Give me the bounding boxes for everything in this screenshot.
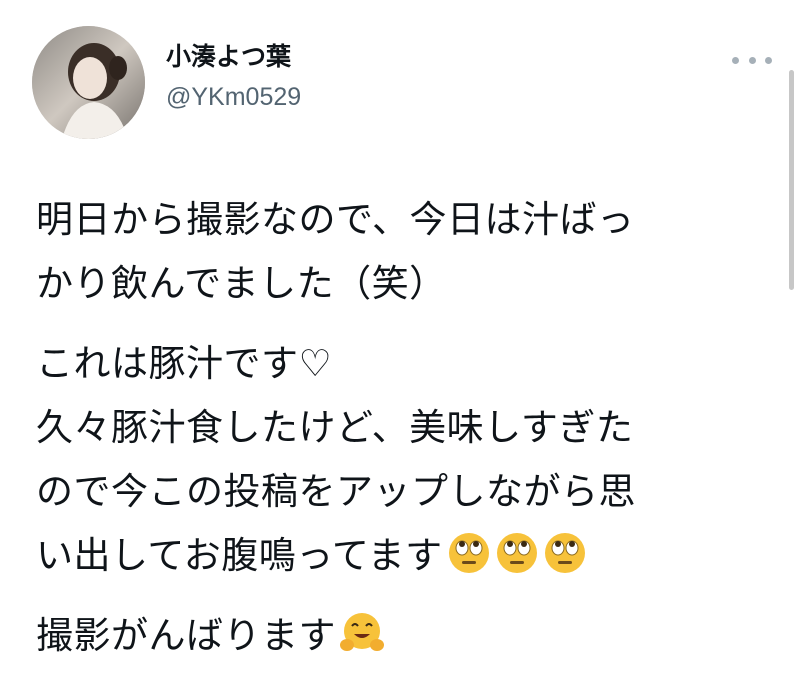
- tweet-paragraph: 明日から撮影なので、今日は汁ばっ かり飲んでました（笑）: [36, 188, 766, 316]
- author-info: 小湊よつ葉 @YKm0529: [166, 40, 301, 114]
- text-line-with-emoji: い出してお腹鳴ってます: [36, 524, 766, 588]
- dot: [765, 56, 772, 64]
- display-name[interactable]: 小湊よつ葉: [166, 40, 301, 74]
- tweet-paragraph: これは豚汁です♡ 久々豚汁食したけど、美味しすぎた ので今この投稿をアップしなが…: [36, 332, 766, 588]
- dot: [748, 56, 756, 64]
- face-with-rolling-eyes-emoji: [544, 533, 585, 573]
- hugging-face-emoji: [340, 613, 384, 651]
- text-line: これは豚汁です♡: [36, 342, 333, 385]
- avatar-photo: [32, 26, 145, 139]
- tweet-paragraph: 撮影がんばります: [36, 604, 766, 668]
- text-line: 撮影がんばります: [36, 614, 336, 657]
- face-with-rolling-eyes-emoji: [448, 533, 489, 573]
- scrollbar[interactable]: [789, 70, 794, 290]
- face-with-rolling-eyes-emoji: [496, 533, 537, 573]
- more-options-icon[interactable]: [732, 50, 772, 70]
- tweet-text: 明日から撮影なので、今日は汁ばっ かり飲んでました（笑） これは豚汁です♡ 久々…: [36, 188, 766, 668]
- tweet: 小湊よつ葉 @YKm0529 明日から撮影なので、今日は汁ばっ かり飲んでました…: [0, 0, 800, 673]
- text-line: 明日から撮影なので、今日は汁ばっ: [36, 198, 635, 241]
- text-line: ので今この投稿をアップしながら思: [36, 470, 636, 513]
- text-line: 久々豚汁食したけど、美味しすぎた: [36, 406, 634, 449]
- text-line-with-emoji: 撮影がんばります: [36, 604, 766, 668]
- dot: [732, 56, 739, 64]
- user-handle[interactable]: @YKm0529: [166, 80, 301, 114]
- text-line: かり飲んでました（笑）: [36, 262, 447, 305]
- text-line: い出してお腹鳴ってます: [36, 534, 443, 577]
- avatar[interactable]: [32, 26, 145, 139]
